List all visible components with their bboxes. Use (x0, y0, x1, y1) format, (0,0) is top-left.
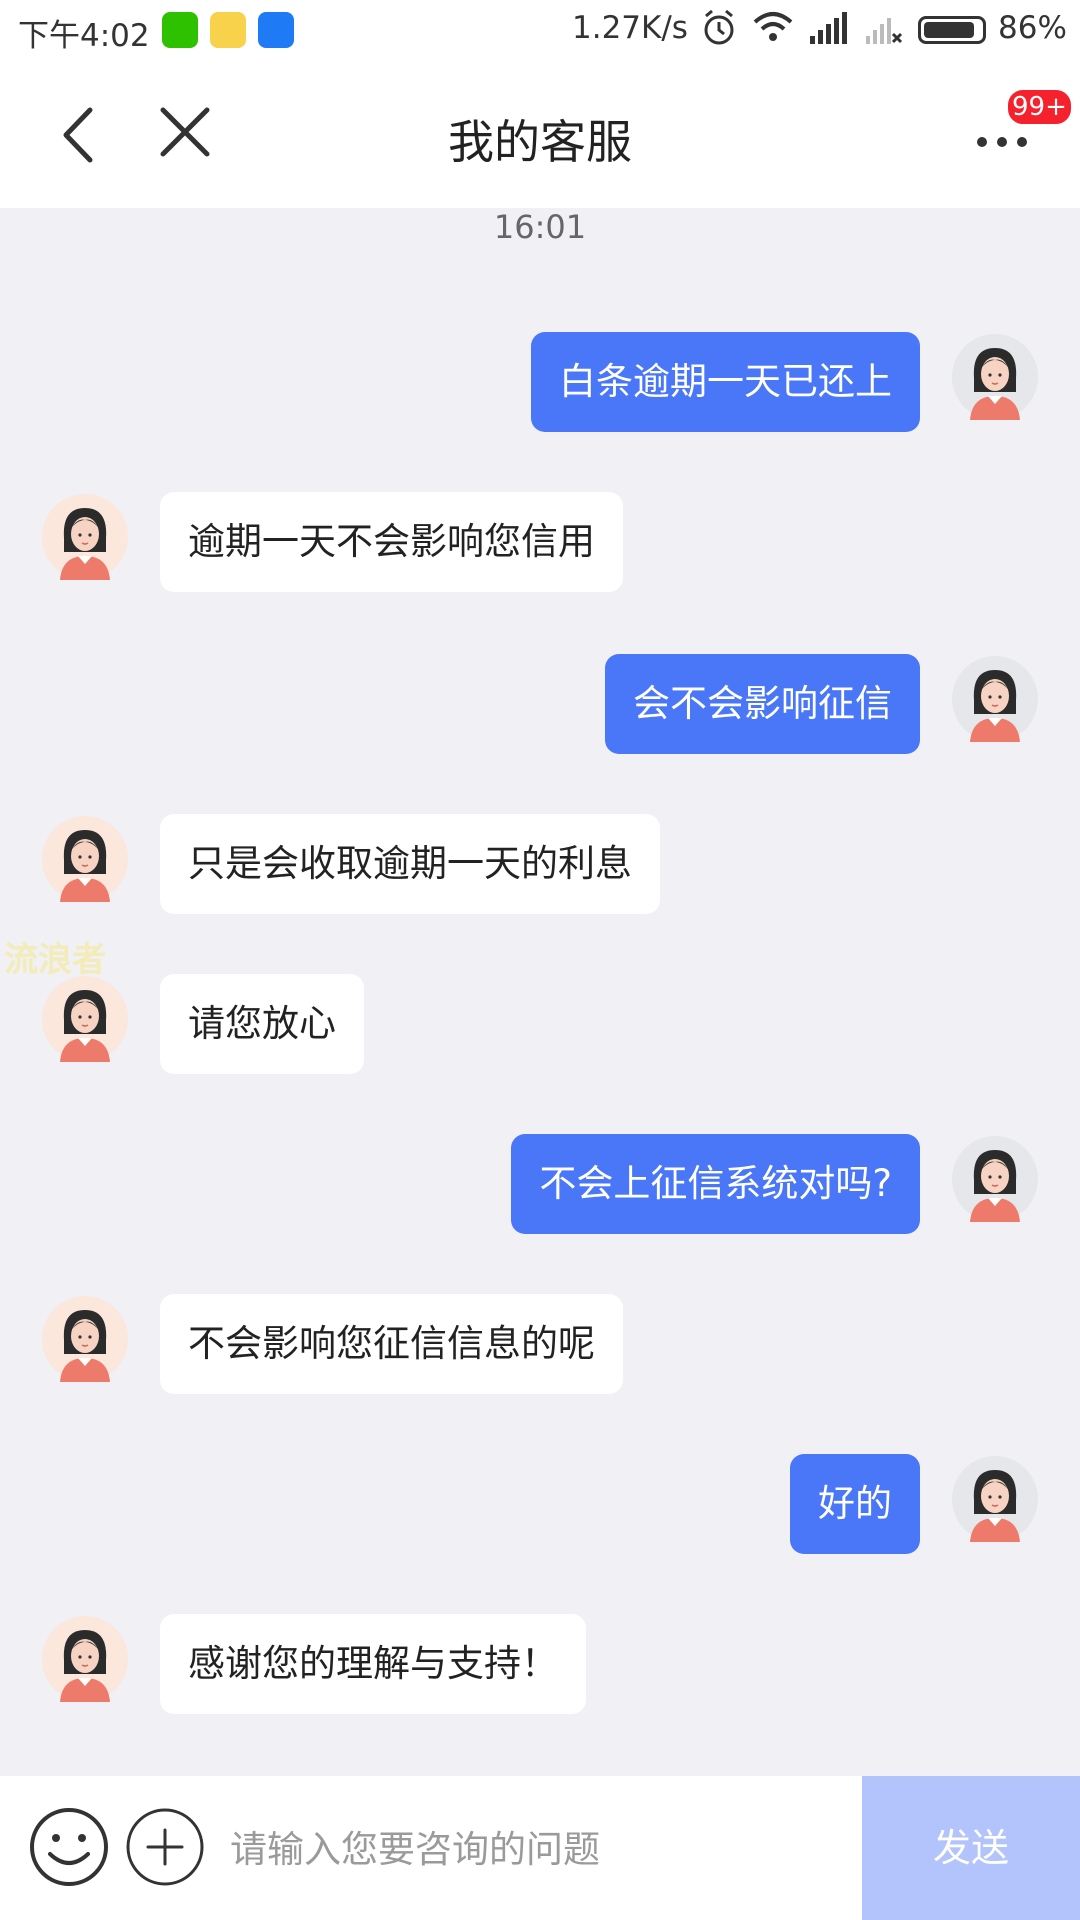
message-bubble[interactable]: 白条逾期一天已还上 (531, 332, 920, 432)
network-speed: 1.27K/s (572, 10, 688, 46)
add-attachment-button[interactable] (124, 1806, 206, 1888)
battery-icon (918, 16, 986, 44)
message-bubble[interactable]: 不会影响您征信信息的呢 (160, 1294, 623, 1394)
watermark-text: 流浪者 (4, 940, 106, 980)
user-avatar (952, 1136, 1038, 1222)
input-bar: 发送 (0, 1776, 1080, 1920)
send-button[interactable]: 发送 (862, 1776, 1080, 1920)
message-input[interactable] (228, 1816, 832, 1882)
emoji-button[interactable] (28, 1806, 110, 1888)
message-bubble[interactable]: 请您放心 (160, 974, 364, 1074)
battery-percent: 86% (998, 10, 1067, 46)
autohome-icon (258, 12, 294, 48)
message-bubble[interactable]: 会不会影响征信 (605, 654, 920, 754)
user-avatar (952, 656, 1038, 742)
alarm-icon (702, 8, 736, 56)
agent-avatar (42, 1616, 128, 1702)
message-bubble[interactable]: 不会上征信系统对吗? (511, 1134, 920, 1234)
signal-icon (808, 8, 848, 56)
message-bubble[interactable]: 逾期一天不会影响您信用 (160, 492, 623, 592)
signal-none-icon (864, 8, 904, 56)
status-bar: 下午4:02 1.27K/s 86% (0, 0, 1080, 62)
title-bar: 我的客服 (0, 62, 1080, 208)
notification-badge: 99+ (1006, 88, 1073, 126)
wechat-icon (162, 12, 198, 48)
message-bubble[interactable]: 感谢您的理解与支持！ (160, 1614, 586, 1714)
weibo-icon (210, 12, 246, 48)
user-avatar (952, 334, 1038, 420)
agent-avatar (42, 976, 128, 1062)
agent-avatar (42, 816, 128, 902)
page-title: 我的客服 (448, 115, 632, 169)
message-bubble[interactable]: 好的 (790, 1454, 920, 1554)
agent-avatar (42, 1296, 128, 1382)
user-avatar (952, 1456, 1038, 1542)
plus-circle-icon (126, 1808, 204, 1886)
message-bubble[interactable]: 只是会收取逾期一天的利息 (160, 814, 660, 914)
status-time: 下午4:02 (18, 18, 150, 54)
chat-timestamp: 16:01 (493, 208, 587, 246)
wifi-icon (752, 8, 794, 56)
agent-avatar (42, 494, 128, 580)
smiley-icon (30, 1808, 108, 1886)
